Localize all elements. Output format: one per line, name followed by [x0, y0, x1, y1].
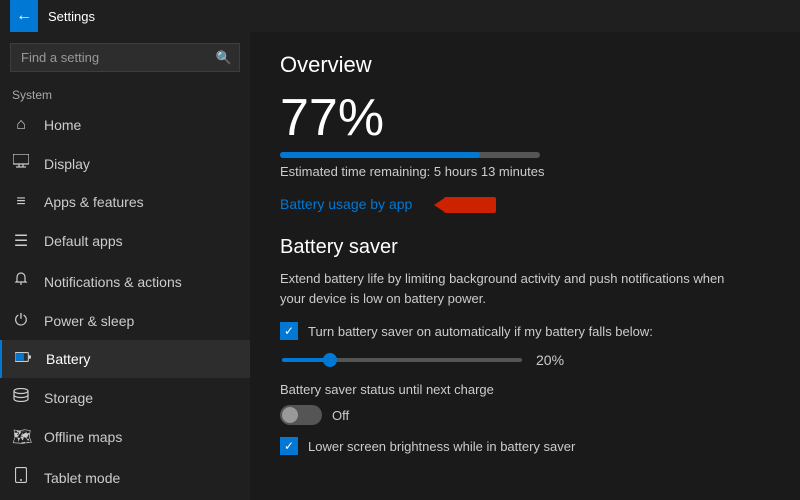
battery-saver-description: Extend battery life by limiting backgrou… [280, 269, 740, 308]
search-icon: 🔍 [216, 50, 232, 66]
annotation-arrow [432, 191, 512, 219]
auto-saver-label: Turn battery saver on automatically if m… [308, 324, 653, 339]
notifications-icon [12, 271, 30, 292]
maps-icon: 🗺 [12, 427, 30, 447]
battery-saver-title: Battery saver [280, 236, 770, 259]
home-icon: ⌂ [12, 116, 30, 134]
sidebar-item-home[interactable]: ⌂ Home [0, 106, 250, 144]
battery-progress-fill [280, 152, 480, 158]
titlebar-title: Settings [48, 9, 95, 24]
sidebar-item-label: Battery [46, 351, 90, 367]
lower-brightness-row: Lower screen brightness while in battery… [280, 437, 770, 455]
default-apps-icon: ☰ [12, 231, 30, 251]
auto-saver-checkbox[interactable] [280, 322, 298, 340]
sidebar-item-label: Home [44, 117, 81, 133]
sidebar-item-display[interactable]: Display [0, 144, 250, 183]
sidebar-item-label: Tablet mode [44, 470, 120, 486]
sidebar-item-default-apps[interactable]: ☰ Default apps [0, 221, 250, 261]
slider-value: 20% [536, 352, 564, 368]
battery-saver-toggle[interactable] [280, 405, 322, 425]
sidebar: 🔍 System ⌂ Home Display ≡ Apps & feature… [0, 32, 250, 500]
status-row: Battery saver status until next charge O… [280, 382, 770, 425]
system-section-label: System [0, 82, 250, 106]
sidebar-item-power-sleep[interactable]: ⏻ Power & sleep [0, 302, 250, 340]
main-layout: 🔍 System ⌂ Home Display ≡ Apps & feature… [0, 32, 800, 500]
content-area: Overview 77% Estimated time remaining: 5… [250, 32, 800, 500]
battery-slider[interactable] [282, 358, 522, 362]
titlebar: ← Settings [0, 0, 800, 32]
estimated-time: Estimated time remaining: 5 hours 13 min… [280, 164, 770, 179]
battery-icon [14, 350, 32, 368]
search-input[interactable] [10, 43, 240, 72]
toggle-label: Off [332, 408, 349, 423]
sidebar-item-notifications[interactable]: Notifications & actions [0, 261, 250, 302]
sidebar-item-tablet-mode[interactable]: Tablet mode [0, 457, 250, 498]
tablet-icon [12, 467, 30, 488]
battery-progress-bar [280, 152, 540, 158]
battery-percent: 77% [280, 92, 770, 144]
status-label: Battery saver status until next charge [280, 382, 770, 397]
sidebar-item-label: Offline maps [44, 429, 122, 445]
arrow-annotation [432, 191, 512, 222]
toggle-row: Off [280, 405, 770, 425]
lower-brightness-checkbox[interactable] [280, 437, 298, 455]
apps-icon: ≡ [12, 193, 30, 211]
battery-usage-link[interactable]: Battery usage by app [280, 196, 412, 212]
sidebar-item-label: Display [44, 156, 90, 172]
sidebar-item-apps-features[interactable]: ≡ Apps & features [0, 183, 250, 221]
back-button[interactable]: ← [10, 0, 38, 32]
slider-thumb[interactable] [323, 353, 337, 367]
sidebar-item-label: Storage [44, 390, 93, 406]
sidebar-item-label: Power & sleep [44, 313, 134, 329]
auto-saver-row: Turn battery saver on automatically if m… [280, 322, 770, 340]
overview-title: Overview [280, 52, 770, 78]
sidebar-item-storage[interactable]: Storage [0, 378, 250, 417]
back-icon: ← [16, 7, 32, 25]
sidebar-item-label: Apps & features [44, 194, 144, 210]
lower-brightness-label: Lower screen brightness while in battery… [308, 439, 575, 454]
display-icon [12, 154, 30, 173]
sidebar-item-label: Notifications & actions [44, 274, 182, 290]
search-box: 🔍 [10, 43, 240, 72]
storage-icon [12, 388, 30, 407]
sidebar-item-offline-maps[interactable]: 🗺 Offline maps [0, 417, 250, 457]
power-icon: ⏻ [12, 312, 30, 330]
sidebar-item-battery[interactable]: Battery [0, 340, 250, 378]
slider-row: 20% [282, 352, 770, 368]
sidebar-item-label: Default apps [44, 233, 123, 249]
